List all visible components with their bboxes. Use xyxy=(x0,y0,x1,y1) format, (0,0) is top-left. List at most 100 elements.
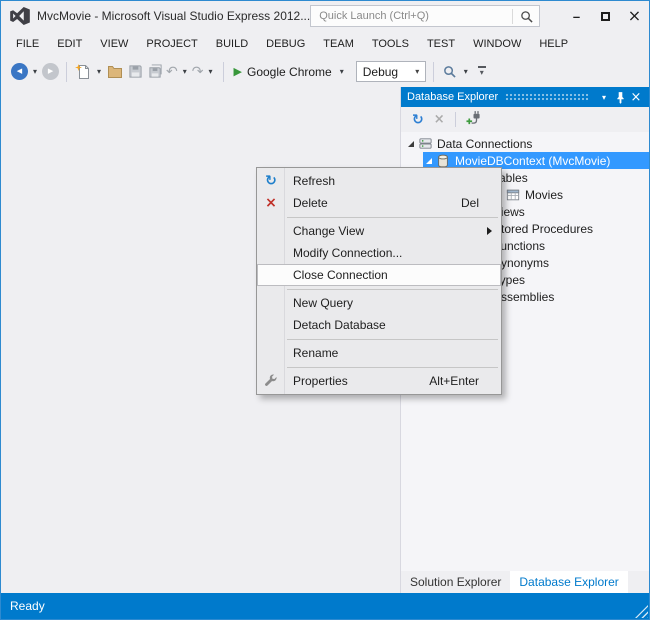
resize-grip[interactable] xyxy=(635,605,648,618)
menu-item-window[interactable]: WINDOW xyxy=(464,34,530,54)
menu-item-view[interactable]: VIEW xyxy=(91,34,137,54)
search-icon[interactable] xyxy=(513,10,539,23)
menu-item-tools[interactable]: TOOLS xyxy=(363,34,418,54)
find-dropdown-caret[interactable]: ▾ xyxy=(461,67,471,76)
status-bar: Ready xyxy=(1,593,649,619)
database-explorer-header[interactable]: Database Explorer ▾ × xyxy=(401,87,649,107)
context-menu-item-modify-connection[interactable]: Modify Connection... xyxy=(257,242,501,264)
table-icon xyxy=(505,187,521,203)
vs-main-window: MvcMovie - Microsoft Visual Studio Expre… xyxy=(0,0,650,620)
context-menu-item-new-query[interactable]: New Query xyxy=(257,292,501,314)
tree-item-label: Data Connections xyxy=(437,136,533,151)
toolbar-separator xyxy=(222,61,224,82)
context-menu-item-change-view[interactable]: Change View xyxy=(257,220,501,242)
tree-item-label: MovieDBContext (MvcMovie) xyxy=(455,153,611,168)
toolbar-separator xyxy=(66,61,68,82)
pin-icon[interactable] xyxy=(612,89,628,105)
context-menu-item-rename[interactable]: Rename xyxy=(257,342,501,364)
expander-icon[interactable] xyxy=(405,140,417,147)
delete-icon: × xyxy=(265,195,277,211)
status-text: Ready xyxy=(10,599,45,613)
minimize-button[interactable]: – xyxy=(562,4,591,28)
panel-drag-grip[interactable] xyxy=(505,92,589,102)
menu-separator xyxy=(287,217,498,218)
context-menu-item-detach-database[interactable]: Detach Database xyxy=(257,314,501,336)
title-bar: MvcMovie - Microsoft Visual Studio Expre… xyxy=(1,1,649,31)
quick-launch-input[interactable]: Quick Launch (Ctrl+Q) xyxy=(310,5,540,27)
menu-item-debug[interactable]: DEBUG xyxy=(257,34,314,54)
navigate-forward-button[interactable]: ▶ xyxy=(42,63,60,80)
new-item-dropdown-caret[interactable]: ▾ xyxy=(94,67,104,76)
menu-item-project[interactable]: PROJECT xyxy=(137,34,206,54)
maximize-button[interactable] xyxy=(591,4,620,28)
context-menu-item-refresh[interactable]: ↻ Refresh xyxy=(257,170,501,192)
tool-window-tabs: Solution Explorer Database Explorer xyxy=(401,571,649,593)
back-dropdown-caret[interactable]: ▾ xyxy=(30,67,40,76)
back-arrow-icon: ◀ xyxy=(16,67,23,75)
database-explorer-toolbar: ↻ × xyxy=(401,107,649,132)
expander-icon[interactable] xyxy=(423,157,435,164)
wrench-icon xyxy=(257,374,285,388)
context-menu-item-close-connection[interactable]: Close Connection xyxy=(257,264,501,286)
solution-config-select[interactable]: Debug ▾ xyxy=(355,61,426,82)
toolbar-overflow-button[interactable]: ▾ xyxy=(475,66,489,77)
maximize-icon xyxy=(601,11,610,21)
visual-studio-logo-icon[interactable] xyxy=(10,7,30,25)
menu-separator xyxy=(287,289,498,290)
quick-launch-placeholder: Quick Launch (Ctrl+Q) xyxy=(319,10,429,22)
close-button[interactable]: × xyxy=(620,4,649,28)
add-connection-button[interactable] xyxy=(466,110,481,130)
menu-item-build[interactable]: BUILD xyxy=(207,34,257,54)
tree-item-data-connections[interactable]: Data Connections xyxy=(401,135,649,152)
shortcut-label: Alt+Enter xyxy=(429,374,479,388)
tree-item-label: Assemblies xyxy=(493,289,555,304)
context-menu: ↻ Refresh × Delete Del Change View Modif… xyxy=(256,167,502,395)
save-button[interactable] xyxy=(126,63,144,81)
open-file-button[interactable] xyxy=(106,63,124,81)
refresh-icon: ↻ xyxy=(265,173,277,189)
redo-dropdown-caret[interactable]: ▾ xyxy=(206,67,216,76)
refresh-connection-button[interactable]: ↻ xyxy=(412,113,424,127)
start-debug-button[interactable]: ▶ Google Chrome ▾ xyxy=(231,63,350,81)
toolbar-separator xyxy=(432,61,434,82)
window-controls: – × xyxy=(562,1,649,31)
submenu-arrow-icon xyxy=(487,227,492,235)
redo-button[interactable]: ↷ xyxy=(192,65,204,79)
shortcut-label: Del xyxy=(460,196,479,210)
tab-database-explorer[interactable]: Database Explorer xyxy=(510,571,628,593)
menu-bar: FILE EDIT VIEW PROJECT BUILD DEBUG TEAM … xyxy=(1,31,649,56)
play-icon: ▶ xyxy=(233,65,242,78)
run-dropdown-caret: ▾ xyxy=(339,67,344,76)
tree-item-label: Movies xyxy=(525,187,564,202)
tree-item-label: Stored Procedures xyxy=(493,221,594,236)
panel-title: Database Explorer xyxy=(407,91,499,103)
menu-item-test[interactable]: TEST xyxy=(418,34,464,54)
delete-connection-button[interactable]: × xyxy=(434,113,445,126)
data-connections-icon xyxy=(417,136,433,152)
panel-close-icon[interactable]: × xyxy=(628,89,644,105)
undo-button[interactable]: ↶ xyxy=(166,65,178,79)
menu-separator xyxy=(287,367,498,368)
standard-toolbar: ◀ ▾ ▶ ▾ ↶ ▾ ↷ ▾ ▶ Google Chrome ▾ Debug … xyxy=(1,56,649,87)
forward-arrow-icon: ▶ xyxy=(47,67,54,75)
menu-item-edit[interactable]: EDIT xyxy=(48,34,91,54)
navigate-back-button[interactable]: ◀ xyxy=(11,63,28,80)
context-menu-item-delete[interactable]: × Delete Del xyxy=(257,192,501,214)
solution-config-value: Debug xyxy=(362,64,399,79)
menu-separator xyxy=(287,339,498,340)
window-title: MvcMovie - Microsoft Visual Studio Expre… xyxy=(37,9,311,23)
tab-solution-explorer[interactable]: Solution Explorer xyxy=(401,571,510,593)
menu-item-file[interactable]: FILE xyxy=(7,34,48,54)
new-item-button[interactable] xyxy=(74,63,92,81)
combo-dropdown-caret: ▾ xyxy=(415,67,420,76)
find-button[interactable] xyxy=(441,63,459,81)
panel-toolbar-separator xyxy=(454,112,456,127)
menu-item-help[interactable]: HELP xyxy=(530,34,577,54)
context-menu-item-properties[interactable]: Properties Alt+Enter xyxy=(257,370,501,392)
overflow-caret-icon: ▾ xyxy=(479,68,484,77)
menu-item-team[interactable]: TEAM xyxy=(314,34,363,54)
window-position-caret-icon[interactable]: ▾ xyxy=(596,89,612,105)
save-all-button[interactable] xyxy=(146,63,164,81)
run-target-label: Google Chrome xyxy=(247,64,332,79)
undo-dropdown-caret[interactable]: ▾ xyxy=(180,67,190,76)
